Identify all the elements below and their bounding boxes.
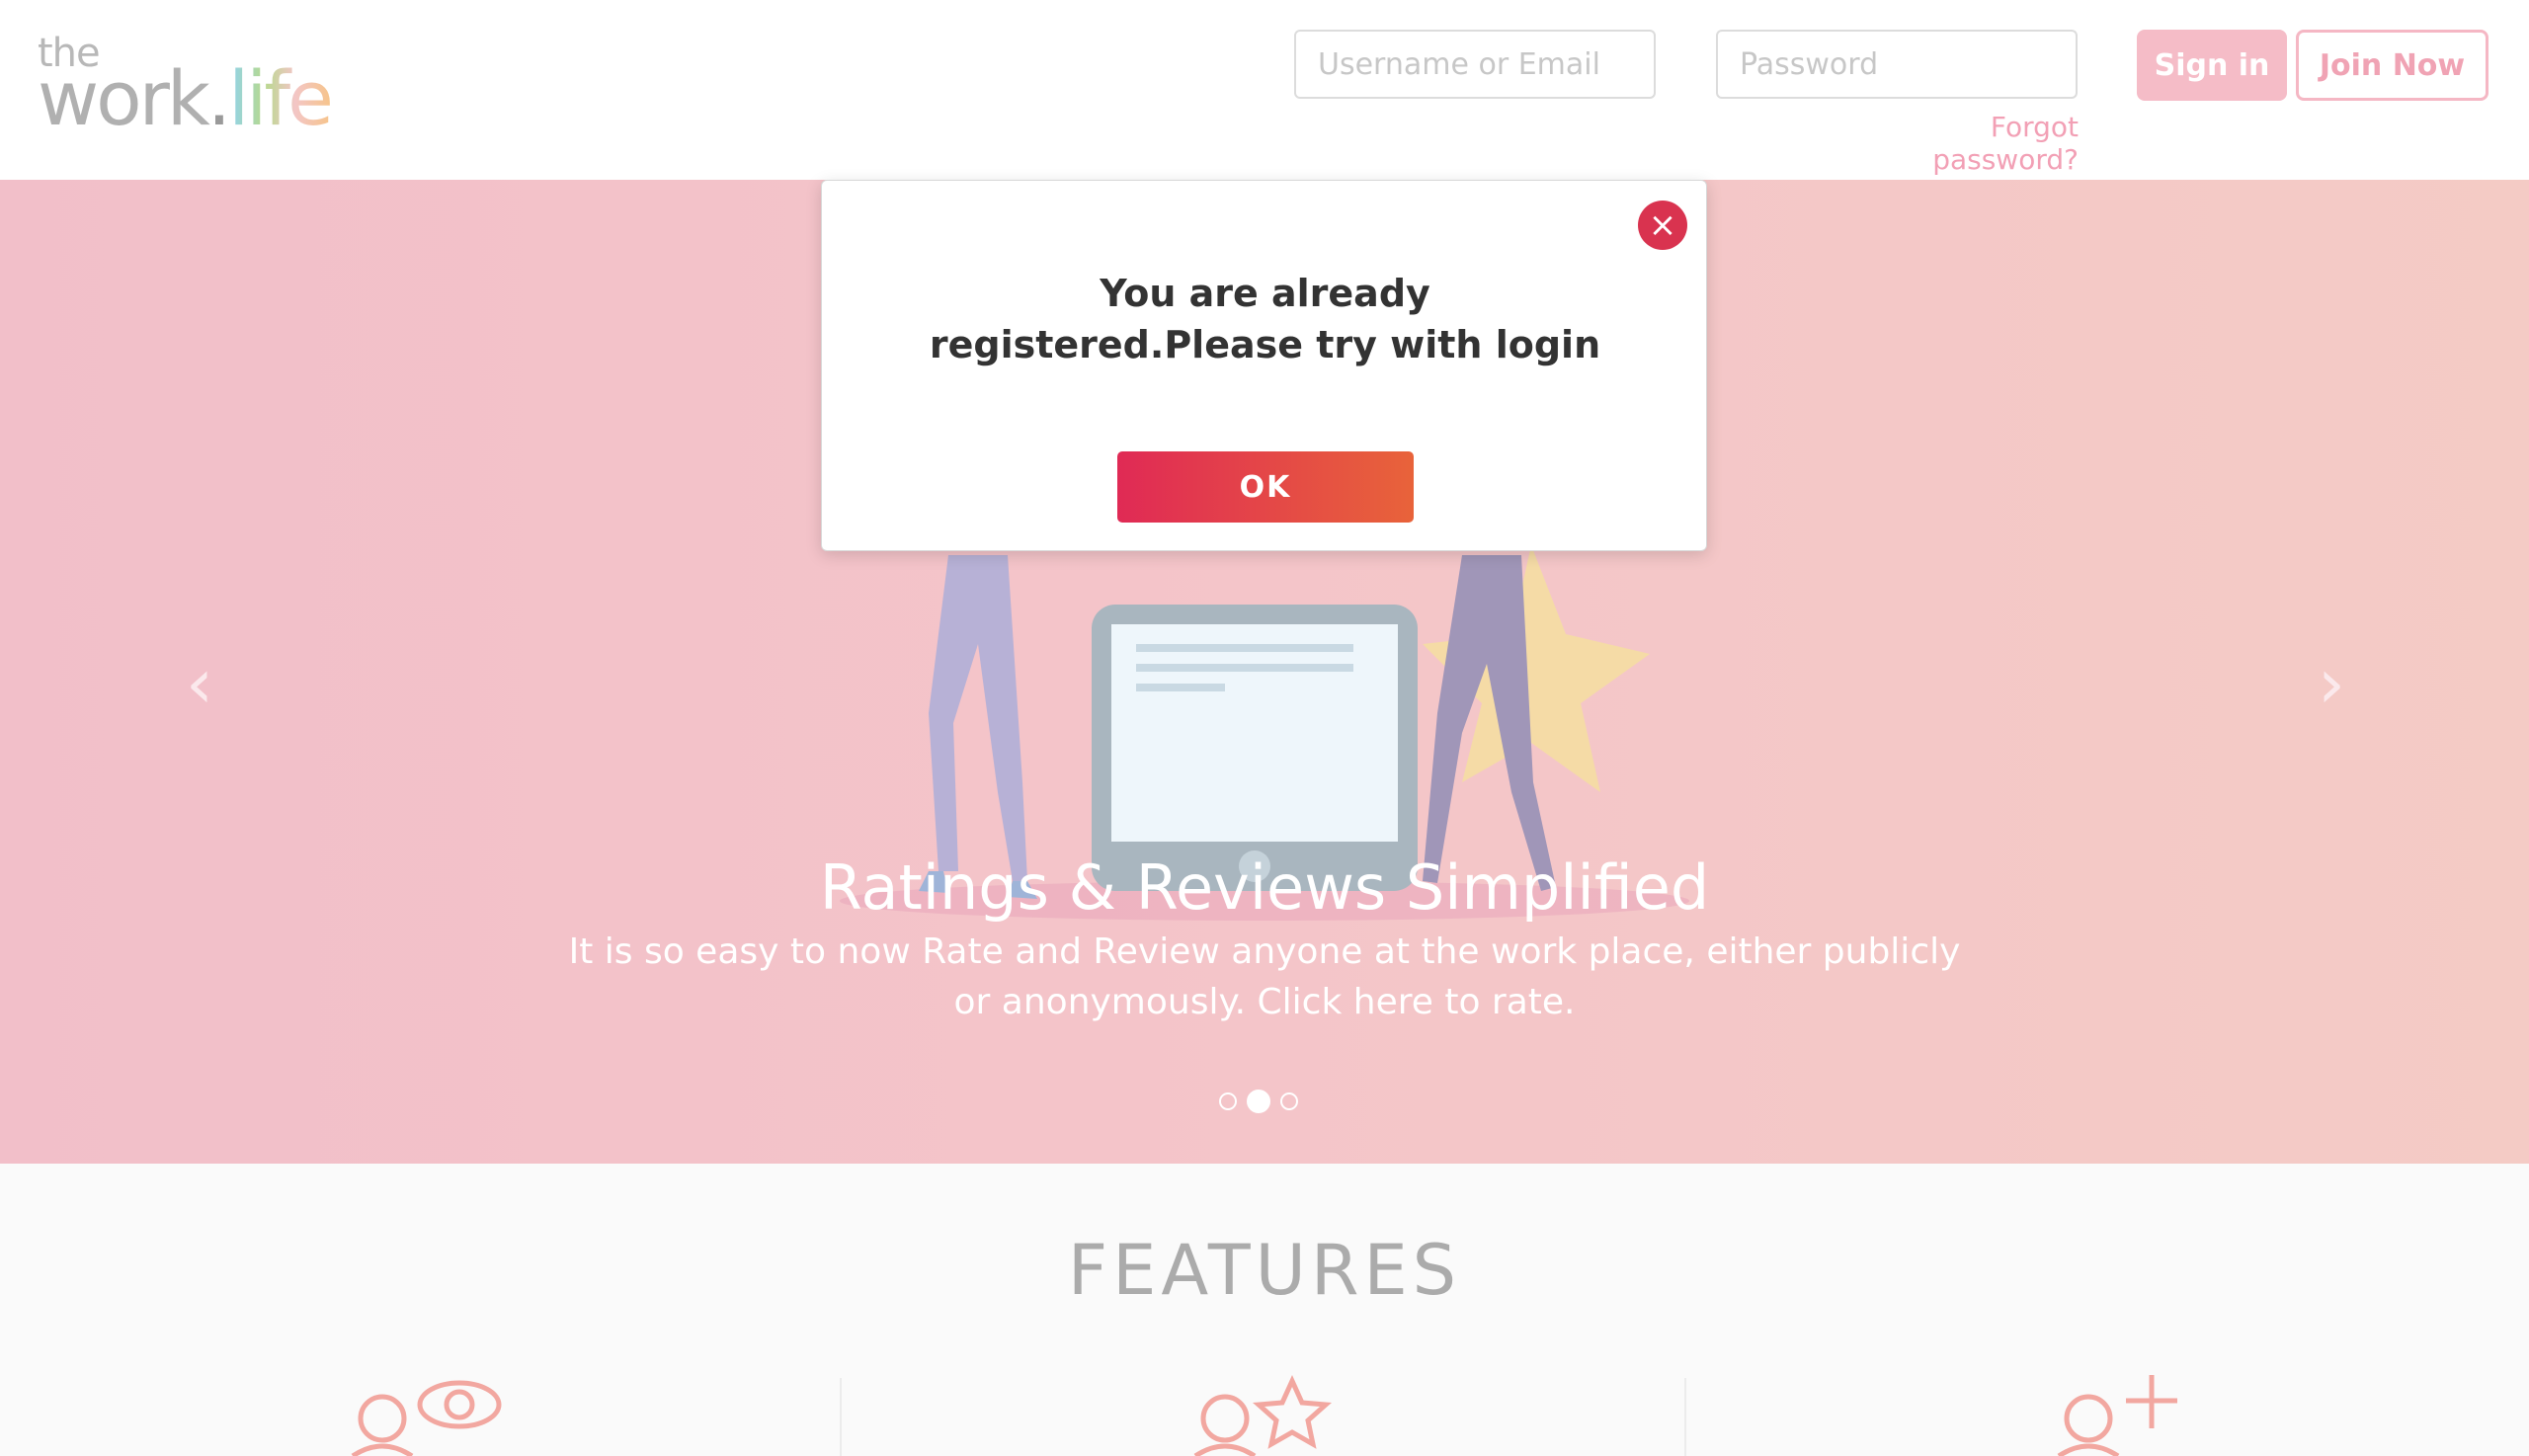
carousel-slide-title: Ratings & Reviews Simplified xyxy=(819,851,1710,924)
carousel-indicator-2[interactable] xyxy=(1247,1090,1270,1113)
user-eye-icon xyxy=(351,1380,502,1456)
logo-wordmark: work.life xyxy=(38,54,334,142)
close-icon[interactable]: × xyxy=(1638,201,1687,250)
user-star-icon xyxy=(1193,1374,1332,1456)
carousel-next-icon[interactable]: › xyxy=(2302,644,2361,723)
username-email-input[interactable] xyxy=(1294,30,1656,99)
dialog-message: You are already registered.Please try wi… xyxy=(929,272,1601,366)
carousel-indicator-3[interactable] xyxy=(1280,1092,1298,1110)
forgot-password-link[interactable]: Forgot password? xyxy=(1845,111,2079,176)
ok-button[interactable]: OK xyxy=(1117,451,1414,523)
carousel-indicator-1[interactable] xyxy=(1219,1092,1237,1110)
feature-divider xyxy=(840,1378,842,1456)
join-now-button[interactable]: Join Now xyxy=(2296,30,2488,101)
header: the work.life Forgot password? Sign in J… xyxy=(0,0,2529,181)
carousel-indicators xyxy=(1219,1089,1298,1114)
password-input[interactable] xyxy=(1716,30,2078,99)
user-plus-icon xyxy=(2057,1375,2177,1456)
feature-divider xyxy=(1684,1378,1686,1456)
alert-dialog: × You are already registered.Please try … xyxy=(821,180,1707,551)
sign-in-button[interactable]: Sign in xyxy=(2137,30,2287,101)
site-logo[interactable]: the work.life xyxy=(38,34,354,136)
carousel-prev-icon[interactable]: ‹ xyxy=(170,644,229,723)
features-heading: FEATURES xyxy=(1067,1230,1462,1311)
carousel-slide-text[interactable]: It is so easy to now Rate and Review any… xyxy=(553,927,1976,1027)
